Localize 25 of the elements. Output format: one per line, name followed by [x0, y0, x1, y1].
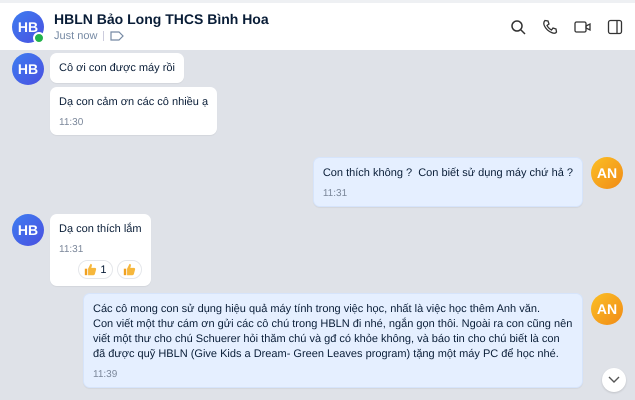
- message-time: 11:31: [322, 188, 348, 199]
- message-time: 11:31: [59, 244, 84, 255]
- chevron-down-icon: [608, 376, 620, 384]
- video-call-icon[interactable]: [574, 20, 591, 34]
- scroll-down-button[interactable]: [602, 368, 626, 392]
- message-text: Con thích không ? Con biết sử dụng máy chứ hả ?: [322, 166, 573, 181]
- thumbs-up-icon: [84, 263, 98, 276]
- search-icon[interactable]: [510, 18, 526, 34]
- tag-icon[interactable]: [110, 31, 124, 41]
- message-text: Cô ơi con được máy rồi: [59, 61, 175, 76]
- chat-title: HBLN Bảo Long THCS Bình Hoa: [54, 11, 270, 27]
- message-text: Các cô mong con sử dụng hiệu quả máy tính trong việc học, nhất là việc học thêm Anh văn. Con viết một thư cám ơn gửi các cô chú trong HBLN đi nhé, ngắn gọn thôi. Ngoài ra con cũng nên viết một thư cho chú Schuerer hỏi thăm chú và gđ có khỏe không, và báo tin cho chú biết là con đã được quỹ HBLN (Give Kids a Dream- Green Leaves program) tặng một máy PC để học nhé.: [93, 302, 573, 362]
- last-seen: Just now: [54, 30, 98, 42]
- reaction-chip[interactable]: 1: [78, 260, 113, 279]
- avatar[interactable]: HB: [12, 10, 44, 42]
- message-text: Dạ con thích lắm: [59, 222, 142, 237]
- avatar[interactable]: HB: [12, 214, 44, 246]
- phone-icon[interactable]: [542, 18, 558, 34]
- avatar[interactable]: HB: [12, 53, 44, 85]
- message-time: 11:39: [93, 369, 118, 380]
- message-text: Dạ con cảm ơn các cô nhiều ạ: [59, 95, 208, 110]
- message-time: 11:30: [59, 117, 84, 128]
- side-panel-icon[interactable]: [607, 18, 623, 34]
- thumbs-up-icon: [122, 263, 136, 276]
- reaction-count: 1: [100, 264, 107, 276]
